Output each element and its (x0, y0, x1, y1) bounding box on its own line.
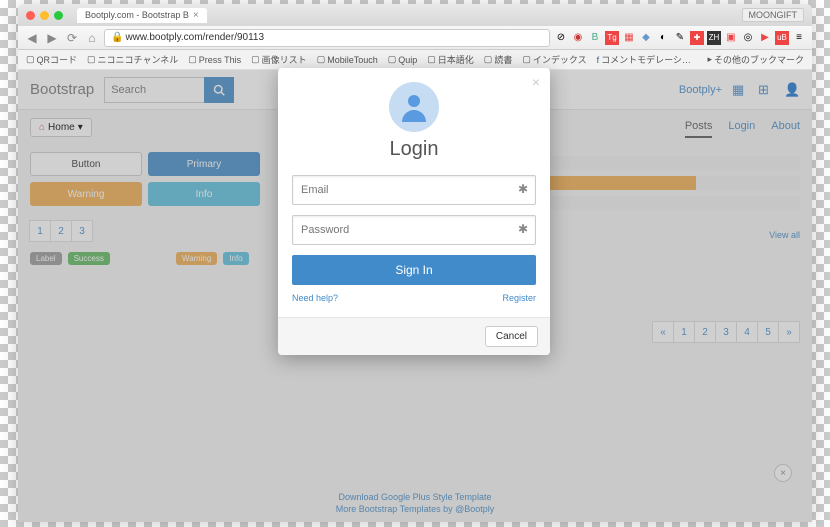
ext-icon[interactable]: ◐ (656, 31, 670, 45)
ext-icon[interactable]: ◆ (639, 31, 653, 45)
window-label: MOONGIFT (742, 8, 805, 22)
ext-icon[interactable]: ▣ (724, 31, 738, 45)
ext-icon[interactable]: uB (775, 31, 789, 45)
bookmark-item[interactable]: ▢ インデックス (522, 53, 586, 66)
register-link[interactable]: Register (502, 293, 536, 303)
avatar-icon (389, 82, 439, 132)
url-text: www.bootply.com/render/90113 (125, 32, 264, 43)
home-icon[interactable]: ⌂ (84, 30, 100, 46)
window-minimize-icon[interactable] (40, 11, 49, 20)
ext-icon[interactable]: B (588, 31, 602, 45)
ext-icon[interactable]: ZH (707, 31, 721, 45)
tab-close-icon[interactable]: × (193, 10, 199, 21)
modal-close-icon[interactable]: × (532, 74, 540, 90)
ext-icon[interactable]: ◎ (741, 31, 755, 45)
login-modal: × Login ✱ ✱ Sign In Need help? Register … (278, 68, 550, 355)
required-icon: ✱ (518, 182, 528, 196)
password-field[interactable] (292, 215, 536, 245)
ext-icon[interactable]: Tg (605, 31, 619, 45)
browser-tab[interactable]: Bootply.com - Bootstrap B × (77, 8, 207, 23)
forward-icon[interactable]: ▶ (44, 30, 60, 46)
bookmark-item[interactable]: ▢ 画像リスト (251, 53, 307, 66)
reload-icon[interactable]: ⟳ (64, 30, 80, 46)
bookmark-item[interactable]: f コメントモデレーシ… (597, 53, 691, 66)
bookmark-item[interactable]: ▢ QRコード (26, 53, 77, 66)
browser-window: Bootply.com - Bootstrap B × MOONGIFT ◀ ▶… (18, 4, 812, 522)
cancel-button[interactable]: Cancel (485, 326, 538, 347)
tab-bar: Bootply.com - Bootstrap B × MOONGIFT (18, 4, 812, 26)
menu-icon[interactable]: ≡ (792, 31, 806, 45)
ext-icon[interactable]: ⊘ (554, 31, 568, 45)
ext-icon[interactable]: ✎ (673, 31, 687, 45)
address-bar: ◀ ▶ ⟳ ⌂ 🔒 www.bootply.com/render/90113 ⊘… (18, 26, 812, 50)
ext-icon[interactable]: ▦ (622, 31, 636, 45)
tab-title: Bootply.com - Bootstrap B (85, 10, 189, 20)
ext-icon[interactable]: ▶ (758, 31, 772, 45)
ext-icon[interactable]: ✚ (690, 31, 704, 45)
window-maximize-icon[interactable] (54, 11, 63, 20)
bookmark-bar: ▢ QRコード ▢ ニコニコチャンネル ▢ Press This ▢ 画像リスト… (18, 50, 812, 70)
extension-icons: ⊘ ◉ B Tg ▦ ◆ ◐ ✎ ✚ ZH ▣ ◎ ▶ uB ≡ (554, 31, 806, 45)
ext-icon[interactable]: ◉ (571, 31, 585, 45)
url-input[interactable]: 🔒 www.bootply.com/render/90113 (104, 29, 550, 47)
email-field[interactable] (292, 175, 536, 205)
bookmark-item[interactable]: ▢ 日本語化 (427, 53, 474, 66)
bookmark-item[interactable]: ▢ Press This (188, 54, 241, 65)
back-icon[interactable]: ◀ (24, 30, 40, 46)
bookmark-item[interactable]: ▢ ニコニコチャンネル (87, 53, 178, 66)
sign-in-button[interactable]: Sign In (292, 255, 536, 285)
window-controls (26, 11, 63, 20)
modal-title: Login (292, 138, 536, 161)
need-help-link[interactable]: Need help? (292, 293, 338, 303)
required-icon: ✱ (518, 222, 528, 236)
bookmark-item[interactable]: ▢ Quip (388, 54, 418, 65)
bookmark-other[interactable]: ▸ その他のブックマーク (707, 53, 804, 66)
bookmark-item[interactable]: ▢ 読書 (484, 53, 513, 66)
window-close-icon[interactable] (26, 11, 35, 20)
bookmark-item[interactable]: ▢ MobileTouch (317, 54, 378, 65)
